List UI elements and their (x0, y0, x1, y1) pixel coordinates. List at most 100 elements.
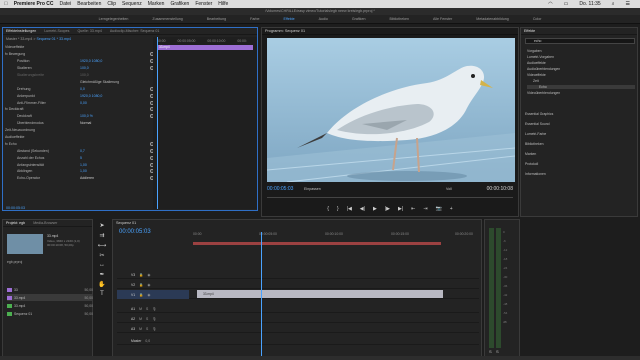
track-label[interactable]: A2 (131, 317, 135, 321)
program-monitor-title[interactable]: Programm: Sequenz 01 (262, 28, 518, 35)
effects-folder[interactable]: Videoüberblendungen (527, 91, 560, 95)
menu-datei[interactable]: Datei (60, 1, 72, 7)
solo-left-button[interactable]: S (489, 349, 492, 354)
property-row[interactable]: Drehung 0,0 (5, 85, 154, 92)
list-item-selected[interactable]: 33.mp4 50,00 (7, 294, 93, 301)
clip-thumbnail[interactable] (7, 234, 43, 254)
property-row[interactable]: Abklingen 1,00 (5, 168, 154, 175)
label-color-swatch[interactable] (7, 311, 12, 316)
track-header[interactable]: Master 0,0 (117, 336, 189, 345)
workspace-tab[interactable]: Bearbeitung (195, 17, 238, 21)
workspace-tab[interactable]: Audio (307, 17, 340, 21)
panel-section[interactable]: Essential Graphics (525, 112, 553, 116)
tab-effect-controls[interactable]: Effekteinstellungen (6, 29, 36, 33)
solo-right-button[interactable]: S (496, 349, 499, 354)
tab-project[interactable]: Projekt: egb (6, 221, 25, 225)
effects-folder[interactable]: Videoeffekte (527, 73, 546, 77)
effects-folder[interactable]: Audioeffekte (527, 61, 546, 65)
property-row[interactable]: fx Deckkraft (5, 106, 154, 113)
tab-lumetri-scopes[interactable]: Lumetri-Scopes (44, 29, 69, 33)
property-value[interactable]: 5 (80, 156, 82, 160)
search-icon[interactable]: ⌕ (612, 1, 615, 7)
hand-tool-icon[interactable]: ✋ (98, 281, 105, 288)
effects-title[interactable]: Effekte (524, 29, 535, 33)
battery-icon[interactable]: ▭ (564, 1, 569, 7)
wifi-icon[interactable]: ◠ (548, 1, 552, 7)
property-row[interactable]: Skalierungsbreite 100,0 (5, 72, 153, 79)
property-value[interactable]: 0,00 (80, 101, 87, 105)
slip-tool-icon[interactable]: ↔ (99, 262, 105, 268)
track-header[interactable]: A3 M S 🎙 (117, 324, 189, 333)
track-header[interactable]: A1 M S 🎙 (117, 304, 189, 313)
sequence-label[interactable]: Sequenz 01 * 33.mp4 (36, 37, 71, 41)
track-label[interactable]: A1 (131, 307, 135, 311)
clock[interactable]: Do. 11:35 (579, 1, 600, 7)
eye-icon[interactable]: ◉ (147, 293, 150, 297)
track-label[interactable]: V2 (131, 283, 135, 287)
razor-tool-icon[interactable]: ✂ (99, 252, 104, 259)
menu-hilfe[interactable]: Hilfe (218, 1, 228, 7)
effect-controls-clip-bar[interactable]: 33.mp4 (157, 45, 253, 50)
mute-button[interactable]: M (139, 307, 142, 311)
effects-folder[interactable]: Lumetri-Vorgaben (527, 55, 554, 59)
menu-app[interactable]: Premiere Pro CC (14, 1, 54, 7)
effect-item-echo[interactable]: Echo (527, 85, 635, 89)
property-row[interactable]: Anzahl der Echos 5 (5, 154, 154, 161)
timeline-ruler[interactable]: 00:00 00:00:05:00 00:00:10:00 00:00:15:0… (193, 232, 478, 240)
step-forward-icon[interactable]: |▶ (385, 206, 390, 212)
effects-folder[interactable]: Audioüberblendungen (527, 67, 560, 71)
panel-section[interactable]: Bibliotheken (525, 142, 543, 146)
menu-bearbeiten[interactable]: Bearbeiten (77, 1, 101, 7)
workspace-tab[interactable]: Farbe (238, 17, 271, 21)
property-value[interactable]: 100,0 % (80, 114, 93, 118)
uniform-scale-checkbox[interactable]: Gleichmäßige Skalierung (80, 80, 119, 84)
property-value[interactable]: 0,7 (80, 149, 85, 153)
zoom-select[interactable]: Einpassen (304, 187, 321, 191)
workspace-tab[interactable]: Grafiken (340, 17, 378, 21)
property-row[interactable]: fx Echo (5, 140, 154, 147)
menu-clip[interactable]: Clip (107, 1, 116, 7)
tab-source[interactable]: Quelle: 33.mp4 (77, 29, 101, 33)
workspace-tab[interactable]: Bibliotheken (377, 17, 421, 21)
list-item[interactable]: 33.mp4 50,00 (7, 302, 93, 309)
property-row[interactable]: fx Bewegung (5, 51, 154, 58)
solo-button[interactable]: S (146, 327, 148, 331)
track-v2[interactable]: V2 🔒 ◉ (117, 280, 479, 289)
property-value[interactable]: 0,0 (80, 87, 85, 91)
property-row[interactable]: Echo-Operator Addieren (5, 175, 154, 182)
panel-section[interactable]: Marken (525, 152, 536, 156)
workspace-tab[interactable]: Metadatenabbildung (464, 17, 521, 21)
mute-button[interactable]: M (139, 327, 142, 331)
property-row[interactable]: Videoeffekte (5, 44, 153, 51)
mark-out-icon[interactable]: } (337, 206, 339, 212)
track-header[interactable]: A2 M S 🎙 (117, 314, 189, 323)
effect-controls-timecode[interactable]: 00:00:05:03 (6, 206, 25, 210)
panel-section[interactable]: Informationen (525, 172, 546, 176)
timeline-tab[interactable]: Sequenz 01 (116, 221, 136, 225)
property-value[interactable]: 100,0 (80, 66, 89, 70)
lock-icon[interactable]: 🔒 (139, 273, 143, 277)
track-header[interactable]: V1 🔒 ◉ (117, 290, 189, 299)
property-row[interactable]: Anti-Flimmer-Filter 0,00 (5, 99, 154, 106)
effect-controls-ruler[interactable]: 00:00 00:00:05:00 00:00:10:00 00:00: (153, 37, 257, 44)
panel-section[interactable]: Lumetri-Farbe (525, 132, 546, 136)
master-level[interactable]: 0,0 (145, 339, 150, 343)
apple-icon[interactable]:  (4, 1, 8, 7)
track-label[interactable]: Master (131, 339, 141, 343)
list-item[interactable]: 33 50,00 (7, 286, 93, 293)
property-value[interactable]: 1,00 (80, 169, 87, 173)
lock-icon[interactable]: 🔒 (139, 283, 143, 287)
playhead[interactable] (157, 37, 158, 209)
property-row[interactable]: Audioeffekte (5, 134, 153, 141)
effects-search-input[interactable]: echo (525, 38, 635, 44)
blend-mode-select[interactable]: Normal (80, 121, 91, 125)
mic-icon[interactable]: 🎙 (152, 317, 156, 321)
track-a1[interactable]: A1 M S 🎙 (117, 304, 479, 313)
property-row[interactable]: Überblendmodus Normal (5, 120, 153, 127)
eye-icon[interactable]: ◉ (147, 283, 150, 287)
mark-in-icon[interactable]: { (327, 206, 329, 212)
master-clip-label[interactable]: Master * 33.mp4 > Sequenz 01 * 33.mp4 (6, 37, 71, 41)
track-label[interactable]: A3 (131, 327, 135, 331)
camera-icon[interactable]: 📷 (436, 206, 442, 212)
track-label[interactable]: V1 (131, 293, 135, 297)
